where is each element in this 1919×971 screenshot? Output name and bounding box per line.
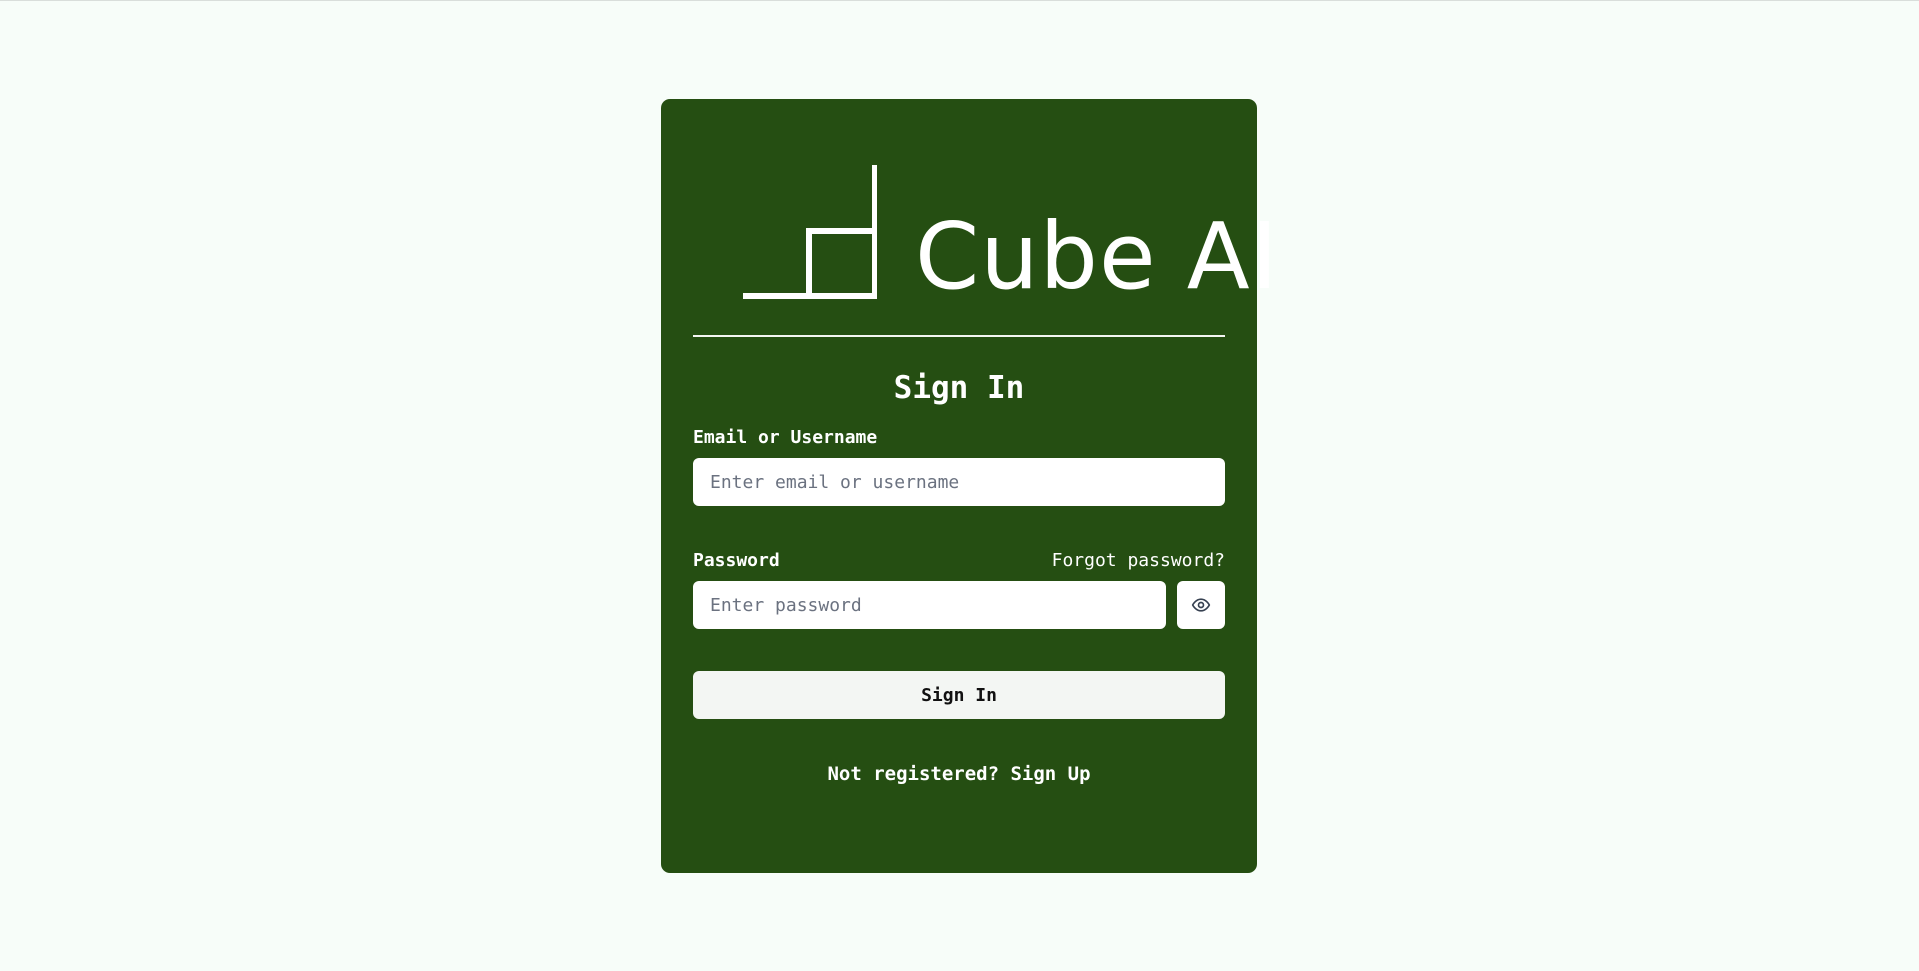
brand-header: Cube AI	[693, 99, 1278, 335]
toggle-password-visibility-button[interactable]	[1177, 581, 1225, 630]
password-row	[693, 581, 1225, 630]
top-border	[0, 0, 1919, 1]
signup-prompt: Not registered? Sign Up	[693, 763, 1225, 785]
signup-prompt-text: Not registered?	[827, 763, 1000, 786]
password-label-row: Password Forgot password?	[693, 550, 1225, 571]
signin-card: Cube AI Sign In Email or Username Passwo…	[661, 99, 1278, 873]
sign-in-button[interactable]: Sign In	[693, 671, 1225, 720]
eye-icon	[1191, 598, 1211, 612]
email-label-row: Email or Username	[693, 427, 1225, 448]
forgot-password-link[interactable]: Forgot password?	[1052, 550, 1225, 571]
sign-up-link[interactable]: Sign Up	[1010, 763, 1090, 785]
brand-name: Cube AI	[915, 203, 1279, 310]
cube-ai-logo-icon	[743, 165, 877, 299]
header-divider	[693, 335, 1225, 337]
email-field[interactable]	[693, 458, 1225, 507]
email-label: Email or Username	[693, 427, 878, 449]
page-title: Sign In	[893, 370, 1025, 406]
password-label: Password	[693, 550, 780, 572]
password-field[interactable]	[693, 581, 1166, 630]
